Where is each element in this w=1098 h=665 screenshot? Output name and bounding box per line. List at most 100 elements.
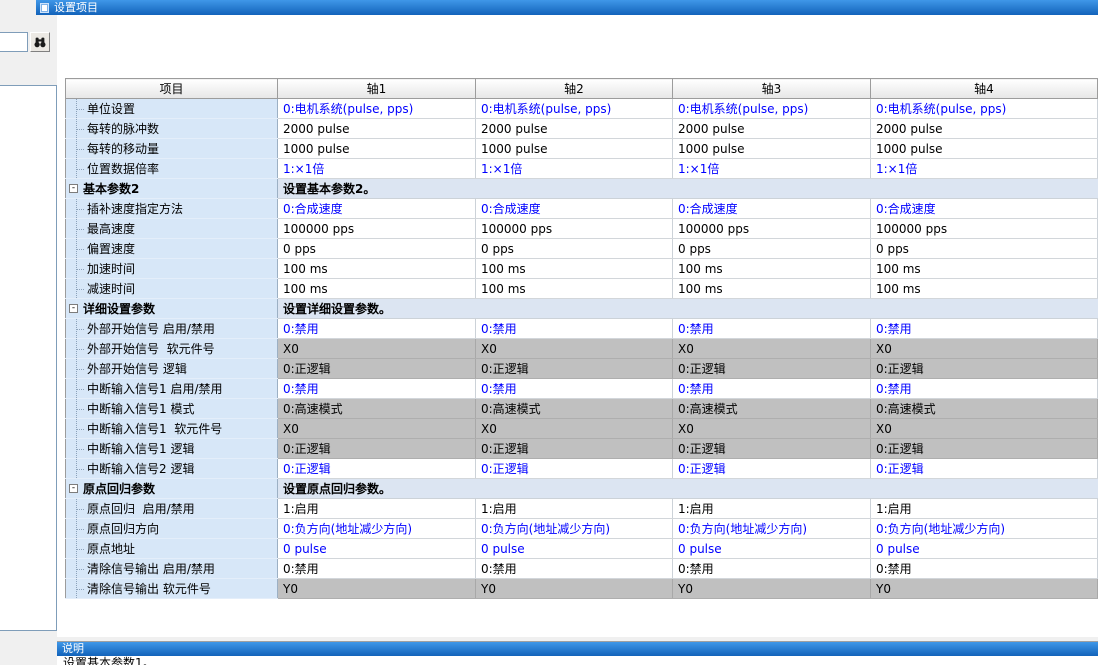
value-cell-axis1[interactable]: 0:高速模式 <box>278 399 476 419</box>
value-cell-axis2[interactable]: 0:禁用 <box>476 379 673 399</box>
value-cell-axis4[interactable]: 0 pps <box>871 239 1098 259</box>
parameter-label-cell[interactable]: 单位设置 <box>66 99 278 119</box>
value-cell-axis2[interactable]: 100 ms <box>476 279 673 299</box>
value-cell-axis1[interactable]: 0:正逻辑 <box>278 439 476 459</box>
value-cell-axis2[interactable]: 2000 pulse <box>476 119 673 139</box>
value-cell-axis1[interactable]: 0:电机系统(pulse, pps) <box>278 99 476 119</box>
value-cell-axis4[interactable]: 0:禁用 <box>871 559 1098 579</box>
value-cell-axis2[interactable]: 0:合成速度 <box>476 199 673 219</box>
value-cell-axis4[interactable]: X0 <box>871 419 1098 439</box>
value-cell-axis1[interactable]: 0:正逻辑 <box>278 359 476 379</box>
value-cell-axis3[interactable]: 0 pps <box>673 239 871 259</box>
value-cell-axis1[interactable]: 0:禁用 <box>278 559 476 579</box>
parameter-label-cell[interactable]: 中断输入信号1 软元件号 <box>66 419 278 439</box>
value-cell-axis1[interactable]: 0:正逻辑 <box>278 459 476 479</box>
parameter-label-cell[interactable]: 加速时间 <box>66 259 278 279</box>
value-cell-axis2[interactable]: 0:正逻辑 <box>476 439 673 459</box>
value-cell-axis4[interactable]: Y0 <box>871 579 1098 599</box>
value-cell-axis4[interactable]: 0:禁用 <box>871 319 1098 339</box>
value-cell-axis1[interactable]: 1000 pulse <box>278 139 476 159</box>
value-cell-axis4[interactable]: 0:负方向(地址减少方向) <box>871 519 1098 539</box>
parameter-label-cell[interactable]: 外部开始信号 启用/禁用 <box>66 319 278 339</box>
value-cell-axis4[interactable]: X0 <box>871 339 1098 359</box>
value-cell-axis3[interactable]: 1:×1倍 <box>673 159 871 179</box>
parameter-label-cell[interactable]: 插补速度指定方法 <box>66 199 278 219</box>
value-cell-axis2[interactable]: 1:启用 <box>476 499 673 519</box>
parameter-label-cell[interactable]: 原点地址 <box>66 539 278 559</box>
value-cell-axis1[interactable]: X0 <box>278 339 476 359</box>
value-cell-axis2[interactable]: 0 pulse <box>476 539 673 559</box>
value-cell-axis4[interactable]: 100 ms <box>871 259 1098 279</box>
parameter-label-cell[interactable]: 每转的脉冲数 <box>66 119 278 139</box>
collapse-icon[interactable]: - <box>69 304 78 313</box>
parameter-label-cell[interactable]: 中断输入信号2 逻辑 <box>66 459 278 479</box>
tree-section-cell[interactable]: -基本参数2 <box>66 179 278 199</box>
value-cell-axis2[interactable]: 0:正逻辑 <box>476 359 673 379</box>
value-cell-axis3[interactable]: 100 ms <box>673 259 871 279</box>
value-cell-axis1[interactable]: 100 ms <box>278 279 476 299</box>
value-cell-axis3[interactable]: 0:禁用 <box>673 559 871 579</box>
value-cell-axis2[interactable]: 0:负方向(地址减少方向) <box>476 519 673 539</box>
parameter-label-cell[interactable]: 原点回归方向 <box>66 519 278 539</box>
parameter-label-cell[interactable]: 清除信号输出 软元件号 <box>66 579 278 599</box>
value-cell-axis3[interactable]: 0:正逻辑 <box>673 439 871 459</box>
value-cell-axis2[interactable]: 0 pps <box>476 239 673 259</box>
value-cell-axis4[interactable]: 0 pulse <box>871 539 1098 559</box>
parameter-label-cell[interactable]: 外部开始信号 逻辑 <box>66 359 278 379</box>
value-cell-axis3[interactable]: 0:高速模式 <box>673 399 871 419</box>
parameter-label-cell[interactable]: 中断输入信号1 启用/禁用 <box>66 379 278 399</box>
search-button[interactable] <box>30 32 50 52</box>
value-cell-axis3[interactable]: 0 pulse <box>673 539 871 559</box>
value-cell-axis4[interactable]: 0:正逻辑 <box>871 459 1098 479</box>
value-cell-axis2[interactable]: X0 <box>476 339 673 359</box>
parameter-label-cell[interactable]: 清除信号输出 启用/禁用 <box>66 559 278 579</box>
value-cell-axis4[interactable]: 0:正逻辑 <box>871 439 1098 459</box>
tree-section-cell[interactable]: -原点回归参数 <box>66 479 278 499</box>
value-cell-axis3[interactable]: X0 <box>673 419 871 439</box>
value-cell-axis3[interactable]: X0 <box>673 339 871 359</box>
value-cell-axis3[interactable]: 0:禁用 <box>673 379 871 399</box>
value-cell-axis2[interactable]: X0 <box>476 419 673 439</box>
collapse-icon[interactable]: - <box>69 484 78 493</box>
value-cell-axis3[interactable]: 1:启用 <box>673 499 871 519</box>
parameter-label-cell[interactable]: 外部开始信号 软元件号 <box>66 339 278 359</box>
parameter-label-cell[interactable]: 每转的移动量 <box>66 139 278 159</box>
value-cell-axis3[interactable]: Y0 <box>673 579 871 599</box>
value-cell-axis1[interactable]: X0 <box>278 419 476 439</box>
value-cell-axis1[interactable]: 1:×1倍 <box>278 159 476 179</box>
value-cell-axis2[interactable]: 0:电机系统(pulse, pps) <box>476 99 673 119</box>
value-cell-axis1[interactable]: 100000 pps <box>278 219 476 239</box>
tree-section-cell[interactable]: -详细设置参数 <box>66 299 278 319</box>
value-cell-axis2[interactable]: 0:禁用 <box>476 559 673 579</box>
value-cell-axis2[interactable]: 1000 pulse <box>476 139 673 159</box>
parameter-label-cell[interactable]: 原点回归 启用/禁用 <box>66 499 278 519</box>
value-cell-axis4[interactable]: 2000 pulse <box>871 119 1098 139</box>
parameter-label-cell[interactable]: 最高速度 <box>66 219 278 239</box>
parameter-label-cell[interactable]: 位置数据倍率 <box>66 159 278 179</box>
value-cell-axis1[interactable]: 0 pulse <box>278 539 476 559</box>
value-cell-axis1[interactable]: 0:禁用 <box>278 319 476 339</box>
value-cell-axis2[interactable]: 0:禁用 <box>476 319 673 339</box>
value-cell-axis1[interactable]: 2000 pulse <box>278 119 476 139</box>
value-cell-axis3[interactable]: 100000 pps <box>673 219 871 239</box>
value-cell-axis4[interactable]: 0:合成速度 <box>871 199 1098 219</box>
value-cell-axis4[interactable]: 0:电机系统(pulse, pps) <box>871 99 1098 119</box>
value-cell-axis4[interactable]: 0:高速模式 <box>871 399 1098 419</box>
value-cell-axis4[interactable]: 1000 pulse <box>871 139 1098 159</box>
value-cell-axis4[interactable]: 100000 pps <box>871 219 1098 239</box>
value-cell-axis4[interactable]: 1:×1倍 <box>871 159 1098 179</box>
value-cell-axis2[interactable]: Y0 <box>476 579 673 599</box>
value-cell-axis3[interactable]: 2000 pulse <box>673 119 871 139</box>
value-cell-axis3[interactable]: 0:合成速度 <box>673 199 871 219</box>
collapse-icon[interactable]: - <box>69 184 78 193</box>
value-cell-axis2[interactable]: 1:×1倍 <box>476 159 673 179</box>
value-cell-axis3[interactable]: 0:正逻辑 <box>673 459 871 479</box>
value-cell-axis1[interactable]: 0 pps <box>278 239 476 259</box>
value-cell-axis1[interactable]: Y0 <box>278 579 476 599</box>
parameter-label-cell[interactable]: 偏置速度 <box>66 239 278 259</box>
value-cell-axis2[interactable]: 100000 pps <box>476 219 673 239</box>
value-cell-axis4[interactable]: 0:正逻辑 <box>871 359 1098 379</box>
value-cell-axis4[interactable]: 100 ms <box>871 279 1098 299</box>
value-cell-axis2[interactable]: 0:正逻辑 <box>476 459 673 479</box>
value-cell-axis3[interactable]: 0:正逻辑 <box>673 359 871 379</box>
